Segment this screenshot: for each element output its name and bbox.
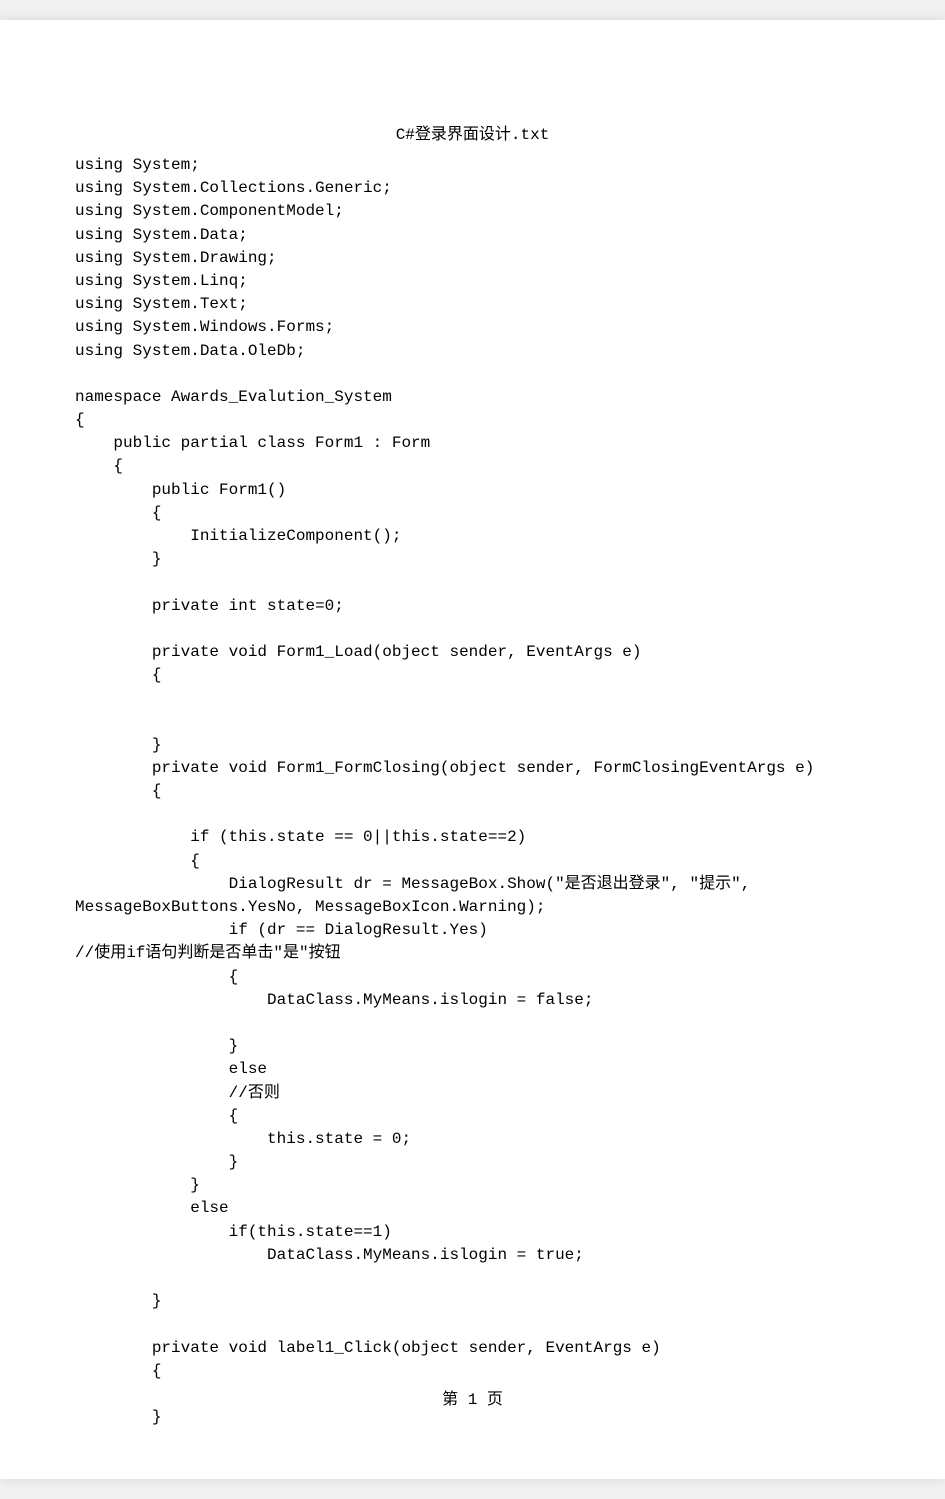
document-title: C#登录界面设计.txt <box>75 120 870 144</box>
code-content: using System; using System.Collections.G… <box>75 154 870 1429</box>
document-page: C#登录界面设计.txt using System; using System.… <box>0 20 945 1479</box>
page-number: 第 1 页 <box>0 1385 945 1409</box>
